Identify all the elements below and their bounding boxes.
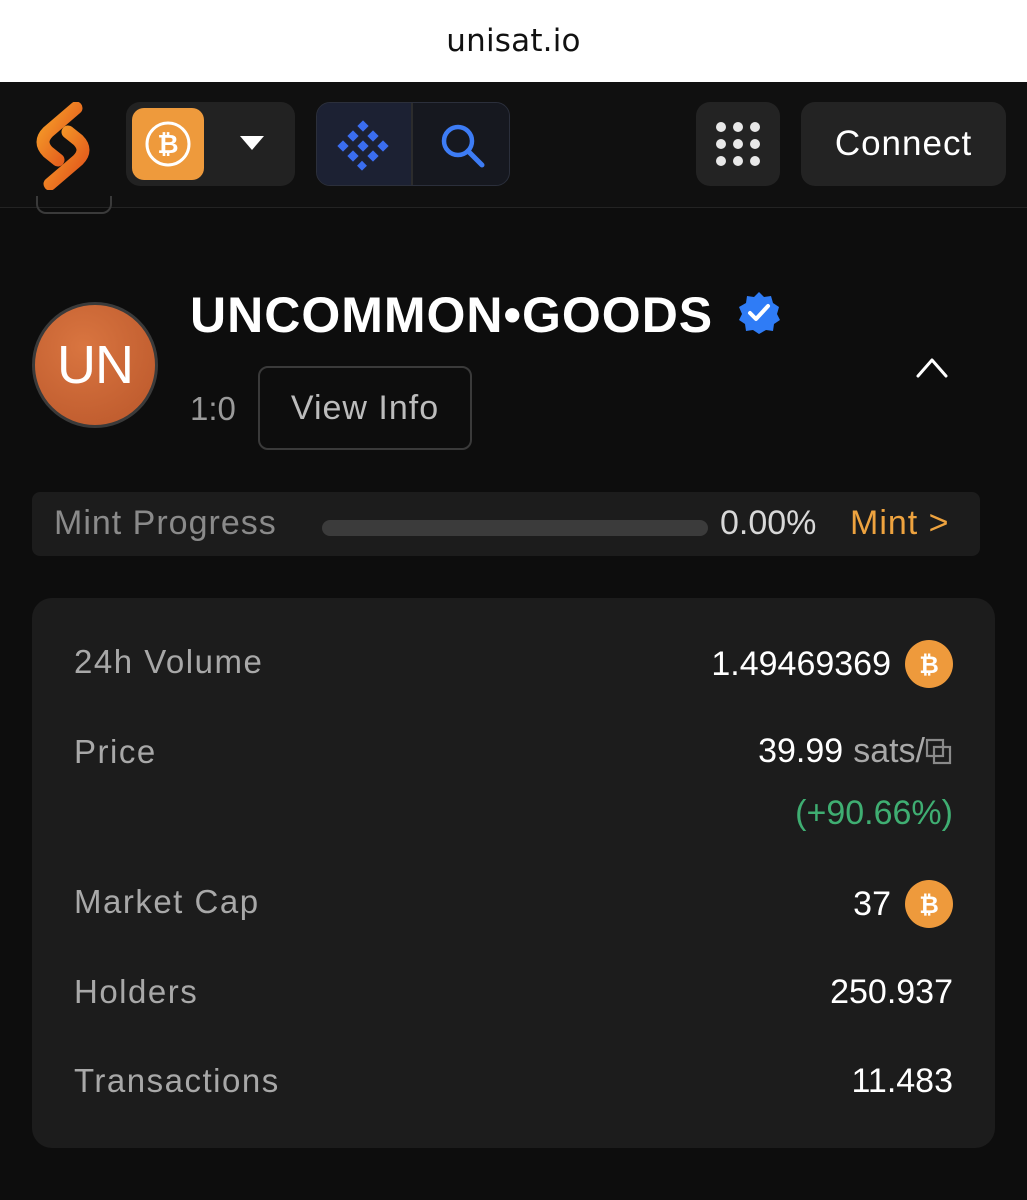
top-header: ₿ Connect: [0, 82, 1027, 208]
mint-link[interactable]: Mint >: [850, 504, 950, 543]
volume-value-group: 1.49469369 ₿: [711, 640, 953, 688]
mint-progress-percent: 0.00%: [720, 504, 817, 542]
token-ratio: 1:0: [190, 390, 236, 427]
price-label: Price: [74, 733, 157, 770]
price-value-group: 39.99 sats/: [758, 732, 953, 771]
verified-badge-icon: [739, 292, 780, 334]
holders-label: Holders: [74, 973, 199, 1010]
chevron-up-icon[interactable]: [914, 354, 950, 380]
market-cap-label: Market Cap: [74, 883, 260, 920]
transactions-value: 11.483: [851, 1062, 953, 1100]
market-cap-value: 37: [853, 884, 891, 923]
pixel-cube-icon: [337, 120, 389, 171]
token-stats-card: 24h Volume 1.49469369 ₿ Price 39.99 sats…: [32, 598, 995, 1148]
price-change: (+90.66%): [795, 794, 953, 832]
mint-progress-bar: [322, 520, 708, 536]
unisat-logo[interactable]: [30, 102, 96, 190]
bitcoin-icon: ₿: [132, 108, 204, 180]
chevron-down-icon: [240, 136, 264, 150]
mint-progress-row: Mint Progress 0.00% Mint >: [32, 492, 980, 556]
price-unit: sats/: [853, 732, 925, 770]
view-info-button[interactable]: View Info: [258, 366, 472, 450]
holders-value: 250.937: [830, 973, 953, 1011]
back-button-partial[interactable]: [36, 196, 112, 214]
search-icon: [441, 124, 485, 168]
volume-label: 24h Volume: [74, 643, 264, 680]
dex-icon-button[interactable]: [317, 103, 411, 185]
chain-selector-button[interactable]: ₿: [126, 102, 295, 186]
token-name: UNCOMMON•GOODS: [190, 287, 714, 343]
search-button[interactable]: [411, 103, 509, 185]
browser-url-bar[interactable]: unisat.io: [0, 0, 1027, 82]
bitcoin-icon: ₿: [905, 640, 953, 688]
token-copy-icon: [925, 738, 952, 764]
token-avatar: UN: [32, 302, 158, 428]
price-value: 39.99: [758, 732, 844, 770]
apps-menu-button[interactable]: [696, 102, 780, 186]
grid-dots-icon: [716, 122, 760, 166]
transactions-label: Transactions: [74, 1062, 280, 1099]
mint-progress-label: Mint Progress: [54, 504, 277, 542]
view-info-label: View Info: [290, 388, 440, 427]
svg-text:₿: ₿: [919, 651, 939, 679]
svg-text:₿: ₿: [157, 130, 178, 160]
connect-label: Connect: [834, 124, 973, 163]
volume-value: 1.49469369: [711, 644, 891, 683]
url-text: unisat.io: [446, 23, 581, 59]
bitcoin-icon: ₿: [905, 880, 953, 928]
avatar-text: UN: [57, 335, 134, 395]
search-group: [316, 102, 510, 186]
market-cap-value-group: 37 ₿: [853, 880, 953, 928]
svg-text:₿: ₿: [919, 891, 939, 919]
connect-button[interactable]: Connect: [801, 102, 1006, 186]
